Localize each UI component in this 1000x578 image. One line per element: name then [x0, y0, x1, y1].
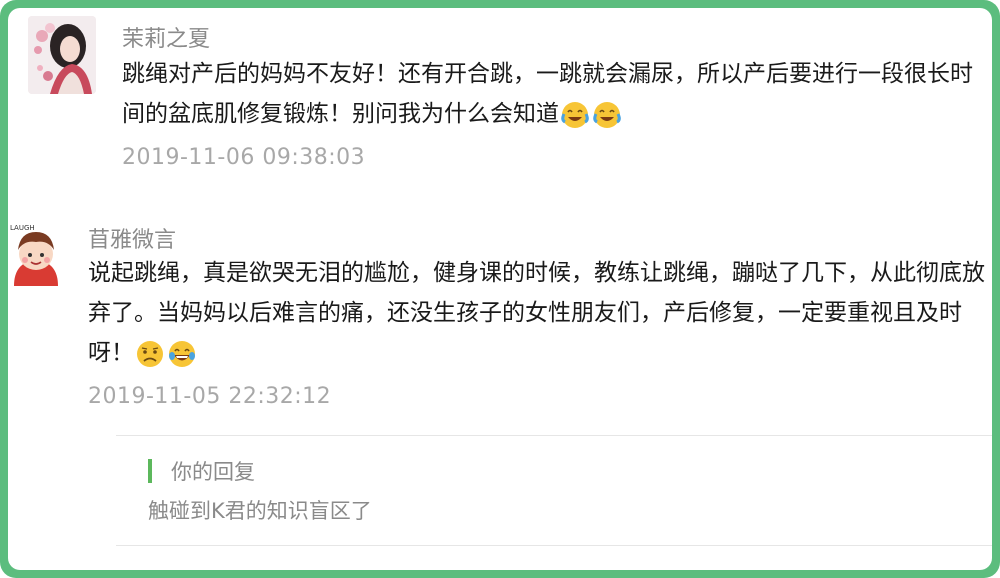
sad-face-emoji-icon [135, 339, 165, 369]
comment-timestamp: 2019-11-05 22:32:12 [88, 384, 332, 409]
comment-panel: 茉莉之夏 跳绳对产后的妈妈不友好！还有开合跳，一跳就会漏尿，所以产后要进行一段很… [8, 8, 992, 570]
comment-timestamp: 2019-11-06 09:38:03 [122, 145, 366, 170]
reply-accent-bar [148, 459, 152, 483]
tears-of-joy-emoji-icon [167, 339, 197, 369]
crying-laughing-emoji-icon [592, 100, 622, 130]
comment-text: 跳绳对产后的妈妈不友好！还有开合跳，一跳就会漏尿，所以产后要进行一段很长时间的盆… [122, 54, 982, 134]
crying-laughing-emoji-icon [560, 100, 590, 130]
reply-label: 你的回复 [171, 460, 255, 484]
comment-text: 说起跳绳，真是欲哭无泪的尴尬，健身课的时候，教练让跳绳，蹦哒了几下，从此彻底放弃… [88, 253, 988, 373]
divider [116, 435, 992, 436]
reply-text: 触碰到K君的知识盲区了 [148, 499, 372, 523]
avatar[interactable] [28, 16, 96, 94]
avatar[interactable]: LAUGH [8, 220, 64, 286]
screenshot-frame: 茉莉之夏 跳绳对产后的妈妈不友好！还有开合跳，一跳就会漏尿，所以产后要进行一段很… [0, 0, 1000, 578]
avatar-caption: LAUGH [10, 224, 35, 232]
comment-text-content: 说起跳绳，真是欲哭无泪的尴尬，健身课的时候，教练让跳绳，蹦哒了几下，从此彻底放弃… [88, 260, 985, 366]
divider [116, 545, 992, 546]
comment-text-content: 跳绳对产后的妈妈不友好！还有开合跳，一跳就会漏尿，所以产后要进行一段很长时间的盆… [122, 61, 973, 127]
username[interactable]: 茉莉之夏 [122, 21, 210, 53]
username[interactable]: 苜雅微言 [88, 222, 176, 254]
